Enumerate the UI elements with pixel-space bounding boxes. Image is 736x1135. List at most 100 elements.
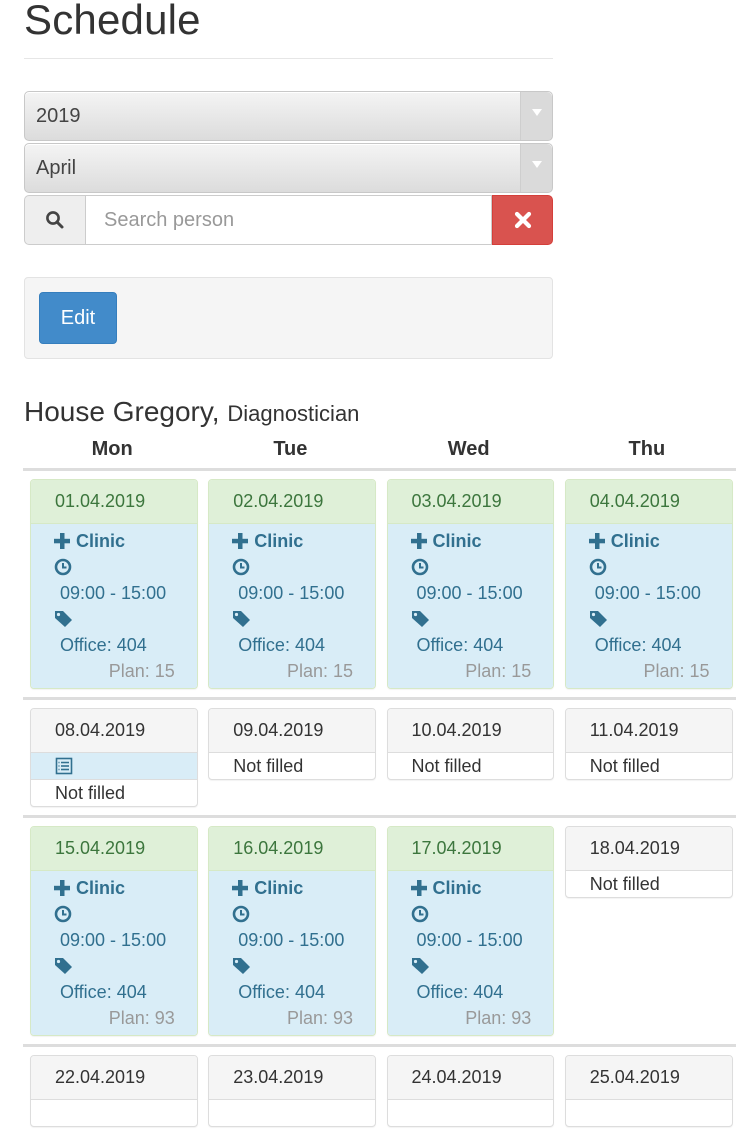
shift-office: Office: 404 [594,634,682,655]
edit-button[interactable]: Edit [39,292,117,344]
search-person-input[interactable] [85,195,492,245]
day-cell: 18.04.2019 Not filled [558,826,736,898]
title-divider [24,58,553,59]
toolbar-well: Edit [24,277,553,359]
day-date: 23.04.2019 [209,1056,375,1100]
list-icon [55,757,73,775]
tag-icon [54,953,197,979]
day-card[interactable]: 11.04.2019 Not filled [564,708,733,780]
shift-time: 09:00 - 15:00 [416,582,523,603]
shift-plan: Plan: 15 [108,661,175,681]
tag-icon [589,606,732,632]
shift-time: 09:00 - 15:00 [60,582,167,603]
tag-icon [232,953,375,979]
shift-office: Office: 404 [60,981,147,1002]
clock-icon [232,554,375,580]
day-cell: 04.04.2019 Clinic 09:00 - 15:00 Office: … [558,479,736,689]
day-card[interactable]: 23.04.2019 [208,1055,376,1127]
shift-details: Clinic 09:00 - 15:00 Office: 404 Plan: 9… [387,871,554,1035]
not-filled-text: Not filled [411,756,482,776]
shift-office: Office: 404 [416,981,504,1002]
day-card[interactable]: 08.04.2019 Not filled [30,708,198,807]
day-card[interactable]: 18.04.2019 Not filled [564,826,733,898]
tag-icon [411,953,554,979]
weekday-header: Thu [628,438,666,460]
weekday-header: Wed [447,438,490,460]
day-card[interactable]: 02.04.2019 Clinic 09:00 - 15:00 Office: … [208,479,376,689]
day-date: 25.04.2019 [565,1056,732,1100]
plus-icon [588,533,605,549]
day-date: 04.04.2019 [565,480,732,524]
day-date: 10.04.2019 [387,709,554,753]
day-card[interactable]: 24.04.2019 [386,1055,555,1127]
shift-time: 09:00 - 15:00 [238,929,345,950]
day-card[interactable]: 25.04.2019 [564,1055,733,1127]
search-icon [24,195,85,245]
day-card[interactable]: 15.04.2019 Clinic 09:00 - 15:00 Office: … [30,826,198,1036]
day-date: 02.04.2019 [209,480,375,524]
day-card[interactable]: 09.04.2019 Not filled [208,708,376,780]
weekday-header-row: Mon Tue Wed Thu [23,431,736,471]
chevron-down-icon[interactable] [520,92,552,140]
list-icon-row [31,753,197,780]
shift-type: Clinic [232,528,375,554]
not-filled-text: Not filled [233,756,304,776]
day-cell: 02.04.2019 Clinic 09:00 - 15:00 Office: … [201,479,379,689]
day-cell: 24.04.2019 [380,1055,558,1127]
shift-type-label: Clinic [254,877,304,898]
shift-type: Clinic [588,528,732,554]
day-date: 24.04.2019 [387,1056,554,1100]
day-card[interactable]: 17.04.2019 Clinic 09:00 - 15:00 Office: … [386,826,555,1036]
day-cell: 22.04.2019 [23,1055,201,1127]
chevron-down-icon[interactable] [520,144,552,192]
day-card[interactable]: 22.04.2019 [30,1055,198,1127]
shift-type: Clinic [232,875,375,901]
day-cell: 15.04.2019 Clinic 09:00 - 15:00 Office: … [23,826,201,1036]
shift-type: Clinic [410,875,554,901]
day-card[interactable]: 03.04.2019 Clinic 09:00 - 15:00 Office: … [386,479,555,689]
shift-office: Office: 404 [238,981,325,1002]
schedule-page: Schedule 2019 April Edit House Gregory, … [0,0,736,1135]
day-card[interactable]: 16.04.2019 Clinic 09:00 - 15:00 Office: … [208,826,376,1036]
day-card[interactable]: 01.04.2019 Clinic 09:00 - 15:00 Office: … [30,479,198,689]
day-date: 18.04.2019 [565,827,732,871]
plus-icon [54,880,70,896]
shift-plan: Plan: 15 [465,661,532,681]
shift-type-label: Clinic [76,877,126,898]
plus-icon [232,880,249,896]
tag-icon [411,606,554,632]
plus-icon [54,533,70,549]
clear-search-button[interactable] [492,195,553,245]
day-cell: 17.04.2019 Clinic 09:00 - 15:00 Office: … [380,826,558,1036]
clock-icon [411,554,554,580]
clock-icon [589,554,732,580]
day-cell: 10.04.2019 Not filled [380,708,558,780]
shift-time: 09:00 - 15:00 [416,929,523,950]
plus-icon [232,533,249,549]
day-cell: 08.04.2019 Not filled [23,708,201,807]
day-card[interactable]: 10.04.2019 Not filled [386,708,555,780]
day-date: 17.04.2019 [387,827,554,871]
day-card[interactable]: 04.04.2019 Clinic 09:00 - 15:00 Office: … [564,479,733,689]
month-select[interactable]: April [24,143,553,193]
shift-type: Clinic [54,528,197,554]
day-date: 16.04.2019 [209,827,375,871]
page-title: Schedule [24,0,201,43]
day-cell: 25.04.2019 [558,1055,736,1127]
shift-plan: Plan: 93 [108,1008,175,1028]
shift-type-label: Clinic [432,530,482,551]
shift-office: Office: 404 [60,634,147,655]
shift-plan: Plan: 93 [286,1008,353,1028]
day-date: 11.04.2019 [565,709,732,753]
day-date: 03.04.2019 [387,480,554,524]
shift-details: Clinic 09:00 - 15:00 Office: 404 Plan: 1… [565,524,732,688]
day-cell: 16.04.2019 Clinic 09:00 - 15:00 Office: … [201,826,379,1036]
year-select[interactable]: 2019 [24,91,553,141]
shift-type-label: Clinic [610,530,660,551]
clock-icon [411,901,554,927]
close-icon [514,211,531,229]
clock-icon [54,901,197,927]
day-date: 08.04.2019 [31,709,197,753]
not-filled-text: Not filled [55,783,126,803]
shift-plan: Plan: 15 [286,661,353,681]
